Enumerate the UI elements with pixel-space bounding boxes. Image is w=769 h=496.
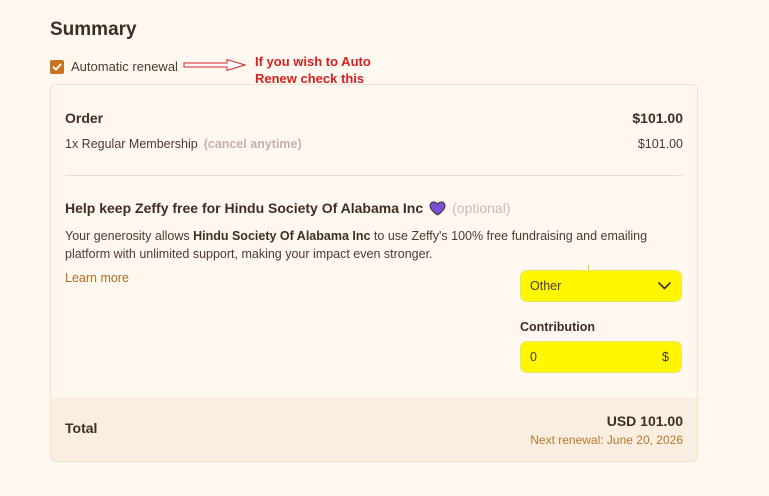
heart-icon (429, 200, 446, 216)
order-item-label: 1x Regular Membership (65, 137, 198, 151)
chevron-down-icon (658, 282, 671, 290)
help-heading: Help keep Zeffy free for Hindu Society O… (65, 200, 511, 216)
order-header: Order $101.00 (65, 110, 683, 126)
next-renewal-date: Next renewal: June 20, 2026 (530, 433, 683, 447)
contribution-input[interactable]: 0 $ (520, 341, 682, 373)
order-line-item: 1x Regular Membership (cancel anytime) $1… (65, 137, 683, 151)
desc-prefix: Your generosity allows (65, 229, 194, 243)
summary-card: Order $101.00 1x Regular Membership (canc… (50, 84, 698, 462)
auto-renew-row[interactable]: Automatic renewal (50, 59, 178, 74)
arrow-icon (183, 58, 247, 72)
help-description: Your generosity allows Hindu Society Of … (65, 227, 665, 263)
order-item: 1x Regular Membership (cancel anytime) (65, 137, 302, 151)
contribution-label: Contribution (520, 320, 595, 334)
summary-title: Summary (50, 19, 137, 40)
auto-renew-checkbox[interactable] (50, 59, 64, 74)
tip-select-value: Other (530, 279, 562, 293)
order-heading: Order (65, 110, 104, 126)
auto-renew-label[interactable]: Automatic renewal (71, 59, 178, 74)
tip-select[interactable]: Other (520, 270, 682, 302)
divider (65, 175, 683, 176)
total-section: Total USD 101.00 Next renewal: June 20, … (51, 397, 697, 461)
currency-symbol: $ (662, 350, 669, 364)
cancel-note: (cancel anytime) (203, 137, 302, 151)
order-item-amount: $101.00 (637, 137, 683, 151)
desc-org: Hindu Society Of Alabama Inc (193, 229, 371, 243)
order-total: $101.00 (632, 110, 683, 126)
learn-more-link[interactable]: Learn more (65, 271, 129, 285)
contribution-value[interactable]: 0 (530, 350, 537, 364)
optional-label: (optional) (452, 200, 511, 216)
total-label: Total (65, 420, 98, 436)
annotation-note: If you wish to Auto Renew check this (255, 54, 371, 86)
total-amount: USD 101.00 (606, 413, 683, 429)
help-heading-text: Help keep Zeffy free for Hindu Society O… (65, 200, 424, 216)
checkmark-icon (52, 63, 62, 70)
